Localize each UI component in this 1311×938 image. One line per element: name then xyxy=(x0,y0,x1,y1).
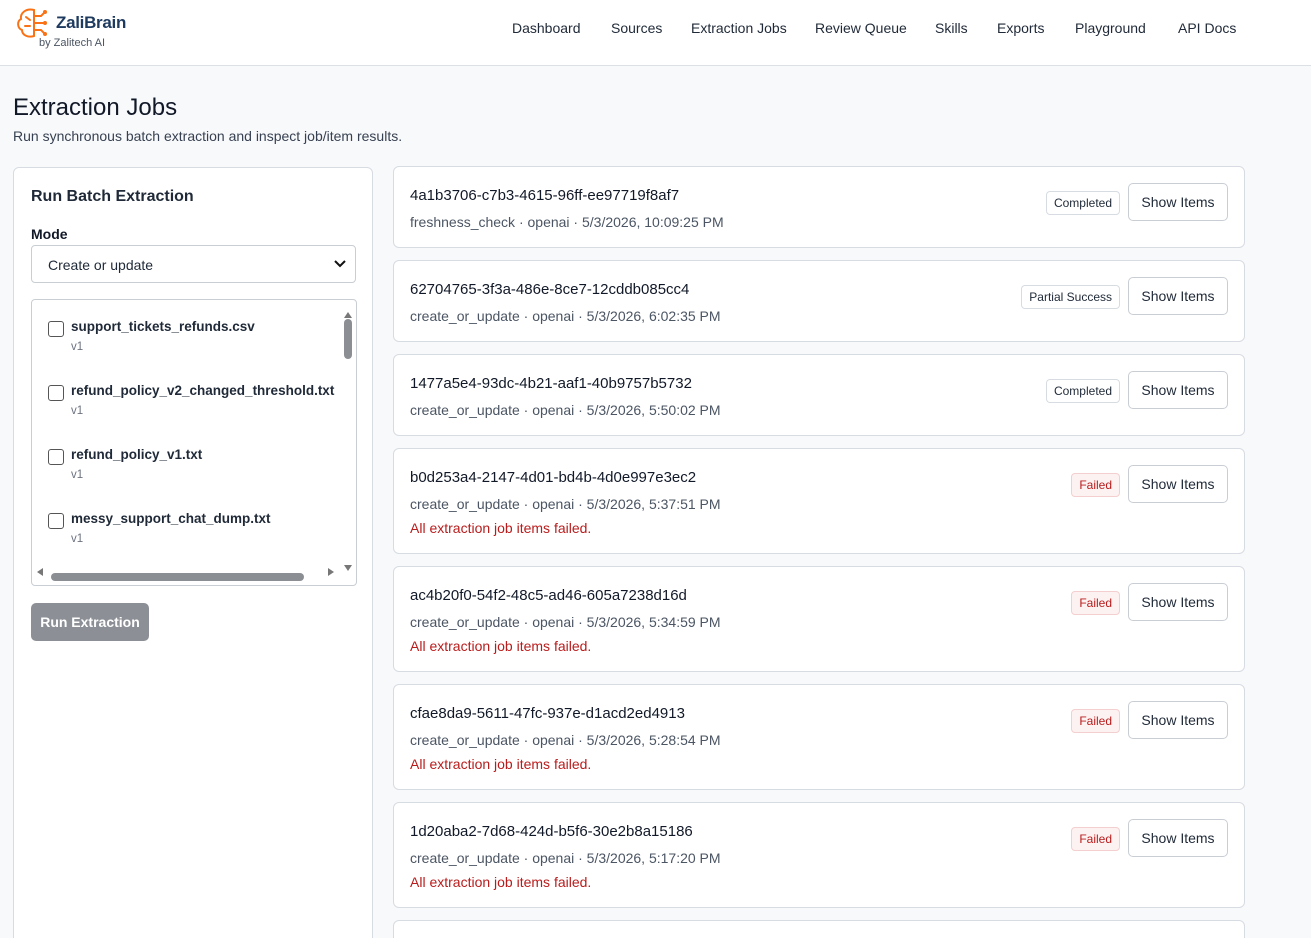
status-badge: Failed xyxy=(1071,827,1120,851)
show-items-button[interactable]: Show Items xyxy=(1128,277,1228,315)
status-badge: Failed xyxy=(1071,473,1120,497)
file-name: messy_support_chat_dump.txt xyxy=(71,511,271,526)
file-version: v1 xyxy=(71,533,84,545)
nav-playground[interactable]: Playground xyxy=(1075,20,1146,36)
mode-select-value: Create or update xyxy=(48,257,154,273)
status-badge: Completed xyxy=(1045,191,1120,215)
scroll-down-arrow-icon[interactable] xyxy=(344,558,352,576)
job-meta: create_or_update · openai · 5/3/2026, 5:… xyxy=(410,402,721,418)
show-items-button[interactable]: Show Items xyxy=(1128,701,1228,739)
list-item[interactable]: messy_support_chat_dump.txt v1 xyxy=(48,492,338,545)
nav-sources[interactable]: Sources xyxy=(611,20,662,36)
job-error-message: All extraction job items failed. xyxy=(410,874,592,890)
file-name: refund_policy_v2_changed_threshold.txt xyxy=(71,383,335,398)
nav-extraction-jobs[interactable]: Extraction Jobs xyxy=(691,20,787,36)
nav-dashboard[interactable]: Dashboard xyxy=(512,20,581,36)
job-card: 62704765-3f3a-486e-8ce7-12cddb085cc4 cre… xyxy=(393,260,1245,342)
horizontal-scrollbar-thumb[interactable] xyxy=(51,573,304,581)
job-card: 1477a5e4-93dc-4b21-aaf1-40b9757b5732 cre… xyxy=(393,354,1245,436)
list-item[interactable]: support_tickets_refunds.csv v1 xyxy=(48,300,338,353)
job-id: 4a1b3706-c7b3-4615-96ff-ee97719f8af7 xyxy=(410,187,680,204)
status-badge: Completed xyxy=(1045,379,1120,403)
job-id: cfae8da9-5611-47fc-937e-d1acd2ed4913 xyxy=(410,705,685,722)
job-meta: create_or_update · openai · 5/3/2026, 6:… xyxy=(410,308,721,324)
list-item[interactable]: refund_policy_v2_changed_threshold.txt v… xyxy=(48,364,338,417)
job-id: 1477a5e4-93dc-4b21-aaf1-40b9757b5732 xyxy=(410,375,692,392)
show-items-button[interactable]: Show Items xyxy=(1128,583,1228,621)
panel-title: Run Batch Extraction xyxy=(31,188,194,205)
file-version: v1 xyxy=(71,405,84,417)
top-navigation-bar: ZaliBrain by Zalitech AI Dashboard Sourc… xyxy=(0,0,1311,66)
job-error-message: All extraction job items failed. xyxy=(410,756,592,772)
page-subtitle: Run synchronous batch extraction and ins… xyxy=(13,128,403,144)
chevron-down-icon xyxy=(333,256,347,277)
file-checkbox[interactable] xyxy=(48,385,64,401)
job-card: 1d20aba2-7d68-424d-b5f6-30e2b8a15186 cre… xyxy=(393,802,1245,908)
run-extraction-button[interactable]: Run Extraction xyxy=(31,603,149,641)
show-items-button[interactable]: Show Items xyxy=(1128,371,1228,409)
job-meta: freshness_check · openai · 5/3/2026, 10:… xyxy=(410,214,724,230)
mode-label: Mode xyxy=(31,226,68,242)
scroll-left-arrow-icon[interactable] xyxy=(37,563,43,581)
nav-exports[interactable]: Exports xyxy=(997,20,1044,36)
source-file-list[interactable]: support_tickets_refunds.csv v1 refund_po… xyxy=(31,299,357,586)
job-meta: create_or_update · openai · 5/3/2026, 5:… xyxy=(410,614,721,630)
vertical-scrollbar-thumb[interactable] xyxy=(344,319,352,359)
job-id: 62704765-3f3a-486e-8ce7-12cddb085cc4 xyxy=(410,281,690,298)
status-badge: Failed xyxy=(1071,709,1120,733)
job-id: ac4b20f0-54f2-48c5-ad46-605a7238d16d xyxy=(410,587,687,604)
show-items-button[interactable]: Show Items xyxy=(1128,465,1228,503)
job-card: ac4b20f0-54f2-48c5-ad46-605a7238d16d cre… xyxy=(393,566,1245,672)
file-version: v1 xyxy=(71,469,84,481)
status-badge: Failed xyxy=(1071,591,1120,615)
job-id: 1d20aba2-7d68-424d-b5f6-30e2b8a15186 xyxy=(410,823,693,840)
nav-api-docs[interactable]: API Docs xyxy=(1178,20,1236,36)
nav-skills[interactable]: Skills xyxy=(935,20,968,36)
job-card: 4a1b3706-c7b3-4615-96ff-ee97719f8af7 fre… xyxy=(393,166,1245,248)
list-item[interactable]: refund_policy_v1.txt v1 xyxy=(48,428,338,481)
file-checkbox[interactable] xyxy=(48,321,64,337)
file-name: support_tickets_refunds.csv xyxy=(71,319,255,334)
file-name: refund_policy_v1.txt xyxy=(71,447,203,462)
run-batch-extraction-panel: Run Batch Extraction Mode Create or upda… xyxy=(13,167,373,938)
show-items-button[interactable]: Show Items xyxy=(1128,183,1228,221)
job-error-message: All extraction job items failed. xyxy=(410,638,592,654)
status-badge: Partial Success xyxy=(1021,285,1120,309)
job-error-message: All extraction job items failed. xyxy=(410,520,592,536)
scroll-right-arrow-icon[interactable] xyxy=(328,563,334,581)
file-version: v1 xyxy=(71,341,84,353)
job-meta: create_or_update · openai · 5/3/2026, 5:… xyxy=(410,850,721,866)
mode-select[interactable]: Create or update xyxy=(31,245,356,283)
page-title: Extraction Jobs xyxy=(13,94,178,121)
job-meta: create_or_update · openai · 5/3/2026, 5:… xyxy=(410,496,721,512)
show-items-button[interactable]: Show Items xyxy=(1128,819,1228,857)
file-checkbox[interactable] xyxy=(48,449,64,465)
job-card xyxy=(393,920,1245,938)
job-meta: create_or_update · openai · 5/3/2026, 5:… xyxy=(410,732,721,748)
nav-review-queue[interactable]: Review Queue xyxy=(815,20,907,36)
job-card: b0d253a4-2147-4d01-bd4b-4d0e997e3ec2 cre… xyxy=(393,448,1245,554)
main-nav: Dashboard Sources Extraction Jobs Review… xyxy=(0,20,1311,40)
job-card: cfae8da9-5611-47fc-937e-d1acd2ed4913 cre… xyxy=(393,684,1245,790)
job-id: b0d253a4-2147-4d01-bd4b-4d0e997e3ec2 xyxy=(410,469,697,486)
file-checkbox[interactable] xyxy=(48,513,64,529)
